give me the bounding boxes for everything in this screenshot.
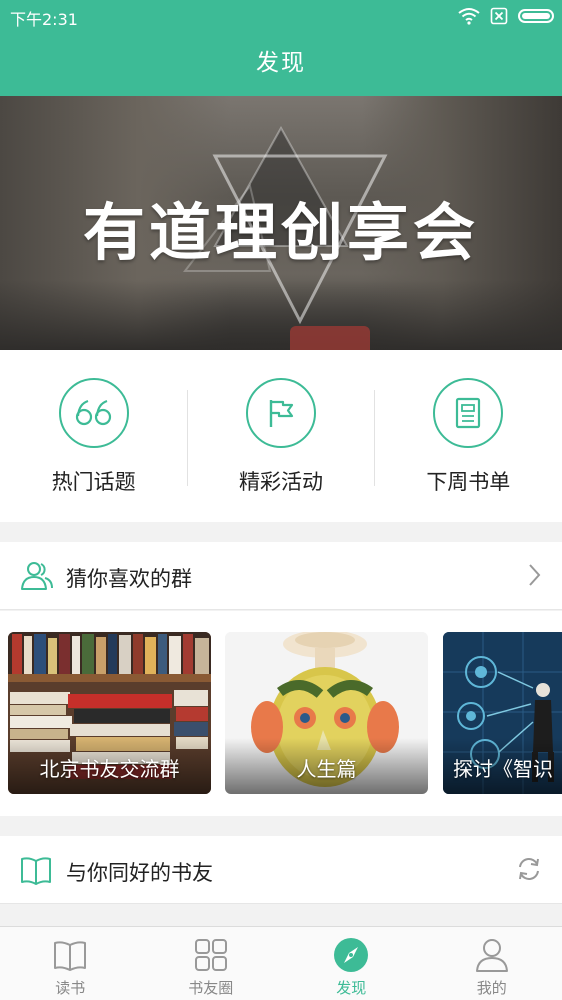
tab-label: 发现 (336, 979, 367, 997)
quick-link-label: 热门话题 (51, 470, 136, 494)
quick-links: 热门话题 精彩活动 下周书单 (0, 350, 562, 522)
wifi-icon (458, 8, 480, 25)
quick-link-booklist[interactable]: 下周书单 (375, 350, 562, 522)
groups-section-header[interactable]: 猜你喜欢的群 (0, 542, 562, 610)
friends-section-header[interactable]: 与你同好的书友 (0, 836, 562, 904)
document-icon (456, 397, 481, 429)
compass-icon (334, 938, 369, 972)
tab-label: 书友圈 (188, 979, 234, 997)
flag-icon (269, 400, 294, 427)
no-sim-icon (490, 7, 508, 25)
page-title: 发现 (256, 50, 306, 76)
group-card-label: 探讨《智识 (453, 757, 553, 781)
quick-link-events[interactable]: 精彩活动 (187, 350, 374, 522)
tab-discover[interactable]: 发现 (281, 927, 422, 1000)
group-card[interactable]: 北京书友交流群 (8, 632, 211, 794)
quick-link-ring (433, 378, 504, 448)
person-icon (475, 939, 508, 972)
status-bar: 下午2:31 (0, 0, 562, 34)
book-tab-icon (54, 941, 87, 971)
tab-label: 我的 (476, 979, 507, 997)
group-card-label: 人生篇 (296, 757, 357, 781)
group-card[interactable]: 人生篇 (225, 632, 428, 794)
people-icon (21, 562, 53, 590)
tab-mine[interactable]: 我的 (422, 927, 562, 1000)
chevron-right-icon[interactable] (528, 562, 542, 588)
quick-link-ring (245, 378, 316, 448)
quick-link-label: 精彩活动 (238, 470, 323, 494)
divider (187, 390, 188, 486)
battery-icon (518, 9, 554, 23)
status-time: 下午2:31 (10, 10, 78, 29)
banner-title: 有道理创享会 (82, 196, 479, 269)
quick-link-ring (58, 378, 129, 448)
refresh-icon[interactable] (516, 856, 542, 882)
section-title: 与你同好的书友 (66, 861, 213, 885)
section-title: 猜你喜欢的群 (66, 567, 192, 591)
tab-read[interactable]: 读书 (0, 927, 141, 1000)
promo-banner[interactable]: 有道理创享会 (0, 96, 562, 350)
quote-icon (75, 399, 111, 426)
group-cards-carousel[interactable]: 北京书友交流群 人生篇 探讨《智识 (0, 611, 562, 816)
header: 发现 (0, 34, 562, 96)
quick-link-hot-topics[interactable]: 热门话题 (0, 350, 187, 522)
quick-link-label: 下周书单 (426, 470, 511, 494)
status-icons (458, 7, 554, 25)
grid-icon (194, 939, 227, 971)
group-card-label: 北京书友交流群 (39, 757, 180, 781)
divider (374, 390, 375, 486)
tab-label: 读书 (55, 979, 86, 997)
tab-circle[interactable]: 书友圈 (141, 927, 282, 1000)
bottom-tab-bar: 读书 书友圈 发现 我的 (0, 926, 562, 1000)
book-icon (21, 857, 51, 885)
group-card[interactable]: 探讨《智识 (443, 632, 562, 794)
